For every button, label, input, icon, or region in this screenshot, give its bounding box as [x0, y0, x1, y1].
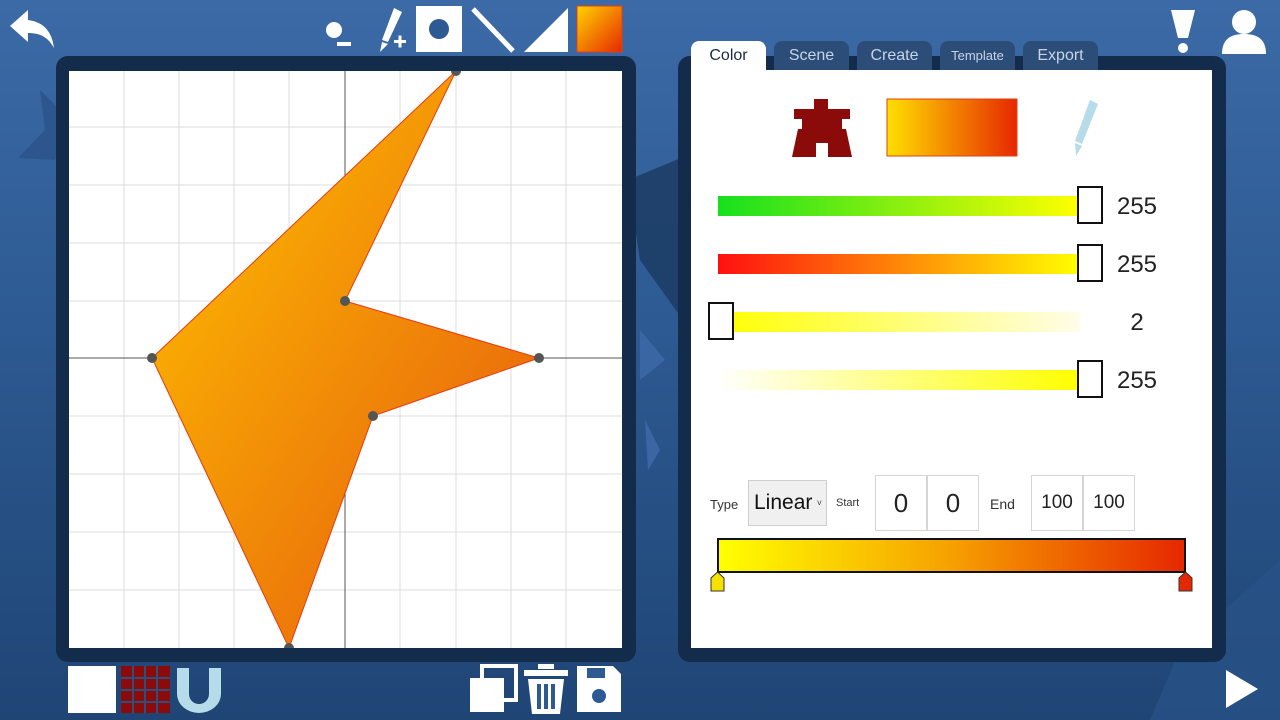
red-slider-track[interactable] [718, 254, 1080, 274]
canvas-grid [69, 71, 622, 648]
green-slider-thumb[interactable] [1077, 186, 1103, 224]
type-label: Type [710, 497, 739, 512]
line-tool-icon[interactable] [470, 6, 516, 54]
gradient-type-select[interactable]: Linear ˅ [748, 480, 827, 526]
exclamation-icon[interactable] [1168, 8, 1198, 54]
alpha-slider-track[interactable] [718, 370, 1080, 390]
trash-icon[interactable] [522, 664, 570, 714]
red-value: 255 [1116, 251, 1158, 278]
gradient-preview-bar[interactable] [717, 538, 1186, 573]
save-icon[interactable] [575, 664, 623, 714]
shape-vertex[interactable] [147, 353, 157, 363]
solid-fill-icon[interactable] [792, 97, 852, 157]
start-y-field[interactable]: 0 [927, 475, 979, 531]
green-slider-track[interactable] [718, 196, 1080, 216]
end-x-field[interactable]: 100 [1031, 475, 1083, 531]
alpha-slider-thumb[interactable] [1077, 360, 1103, 398]
magnet-icon[interactable] [174, 666, 224, 713]
triangle-tool-icon[interactable] [522, 6, 570, 54]
add-pen-icon[interactable] [378, 6, 412, 54]
pencil-icon[interactable] [1070, 98, 1100, 158]
shape-vertex[interactable] [284, 643, 294, 648]
blue-value: 2 [1130, 309, 1144, 336]
alpha-value: 255 [1116, 367, 1158, 394]
user-icon[interactable] [1220, 8, 1268, 54]
fill-swatch-icon[interactable] [576, 5, 623, 53]
red-slider-thumb[interactable] [1077, 244, 1103, 282]
white-square-icon[interactable] [68, 666, 116, 713]
start-x-field[interactable]: 0 [875, 475, 927, 531]
gradient-end-stop[interactable] [1178, 571, 1193, 592]
gradient-type-value: Linear [754, 491, 813, 514]
tab-scene[interactable]: Scene [774, 41, 849, 71]
grid-icon[interactable] [121, 666, 170, 713]
end-label: End [990, 496, 1015, 512]
tab-template[interactable]: Template [940, 41, 1015, 71]
tab-export[interactable]: Export [1023, 41, 1098, 71]
start-label: Start [836, 497, 860, 509]
shape-vertex[interactable] [340, 296, 350, 306]
tab-create[interactable]: Create [857, 41, 932, 71]
green-value: 255 [1116, 193, 1158, 220]
shape-vertex[interactable] [368, 411, 378, 421]
play-icon[interactable] [1224, 668, 1260, 710]
drawing-canvas[interactable] [69, 71, 622, 648]
gradient-swatch-icon[interactable] [886, 98, 1018, 158]
blue-slider-track[interactable] [718, 312, 1080, 332]
circle-tool-icon[interactable] [416, 6, 462, 52]
blue-slider-thumb[interactable] [708, 302, 734, 340]
duplicate-icon[interactable] [468, 664, 518, 714]
tab-color[interactable]: Color [691, 41, 766, 73]
back-arrow-icon[interactable] [6, 4, 58, 52]
gradient-start-stop[interactable] [710, 571, 725, 592]
end-y-field[interactable]: 100 [1083, 475, 1135, 531]
shape-vertex[interactable] [534, 353, 544, 363]
chevron-down-icon: ˅ [816, 498, 822, 508]
remove-point-icon[interactable] [320, 14, 356, 54]
